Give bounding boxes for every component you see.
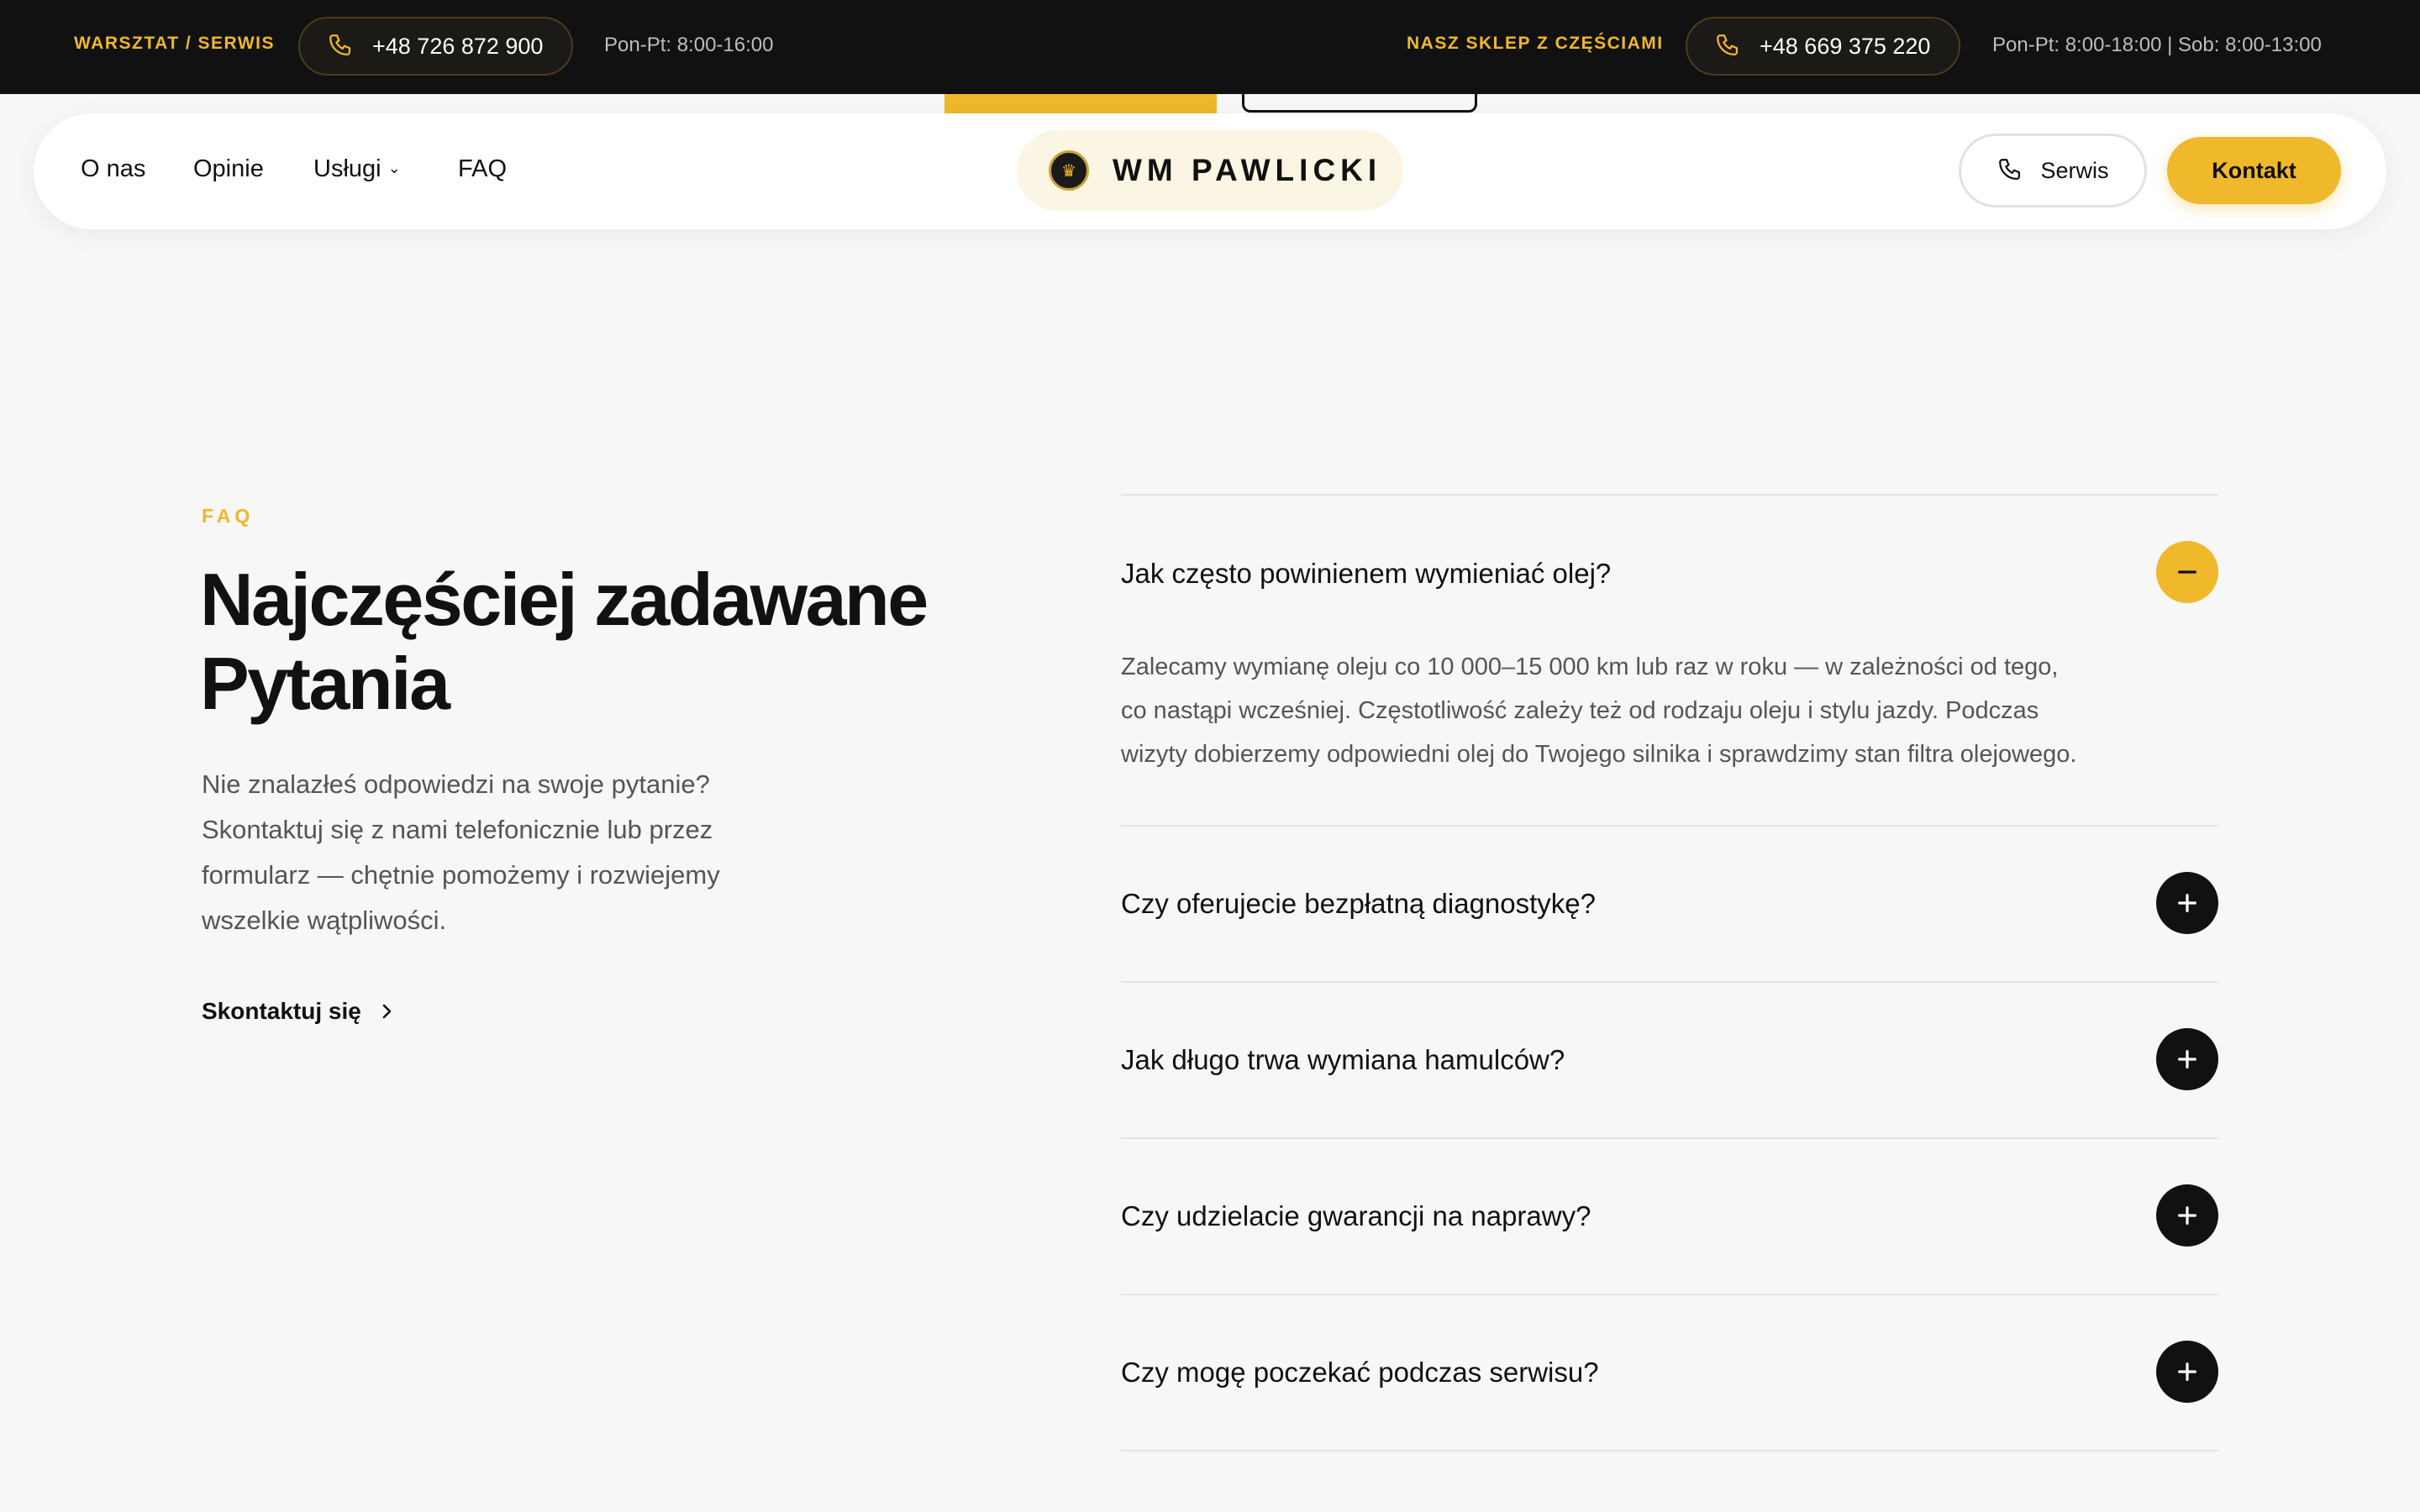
expand-button[interactable] <box>2156 1341 2218 1403</box>
expand-button[interactable] <box>2156 1028 2218 1090</box>
section-eyebrow: FAQ <box>202 505 255 527</box>
expand-button[interactable] <box>2156 872 2218 934</box>
section-lead: Nie znalazłeś odpowiedzi na swoje pytani… <box>202 769 720 935</box>
faq-question: Jak często powinienem wymieniać olej? <box>1121 558 1612 589</box>
hero-outline-button-peek <box>1242 87 1477 113</box>
serwis-button-label: Serwis <box>2040 157 2109 183</box>
nav-link-o-nas[interactable]: O nas <box>81 155 145 183</box>
shop-hours: Pon-Pt: 8:00-18:00 | Sob: 8:00-13:00 <box>1992 34 2322 56</box>
chevron-right-icon <box>382 1004 392 1019</box>
collapse-button[interactable] <box>2156 541 2218 603</box>
plus-icon <box>2178 1362 2196 1381</box>
faq-question: Czy mogę poczekać podczas serwisu? <box>1121 1357 1599 1388</box>
faq-item: Czy oferujecie bezpłatną diagnostykę? <box>1121 827 2218 981</box>
faq-question: Jak długo trwa wymiana hamulców? <box>1121 1044 1565 1075</box>
minus-icon <box>2178 570 2196 574</box>
chevron-down-icon: ⌄ <box>387 160 401 176</box>
logo-text: WM PAWLICKI <box>1113 153 1382 187</box>
faq-item-header[interactable]: Jak często powinienem wymieniać olej? <box>1121 496 2218 652</box>
shop-label: NASZ SKLEP Z CZĘŚCIAMI <box>1407 34 1664 53</box>
section-title: Najczęściej zadawane Pytania <box>200 558 929 725</box>
faq-item: Czy udzielacie gwarancji na naprawy? <box>1121 1139 2218 1294</box>
faq-accordion: Jak często powinienem wymieniać olej? Za… <box>1121 494 2218 1452</box>
main-navigation: O nas Opinie Usługi ⌄ FAQ ♛ WM PAWLICKI S… <box>34 113 2386 229</box>
faq-item: Jak długo trwa wymiana hamulców? <box>1121 983 2218 1137</box>
kontakt-button[interactable]: Kontakt <box>2167 137 2341 204</box>
shop-phone-button[interactable]: +48 669 375 220 <box>1686 17 1961 76</box>
faq-item-header[interactable]: Czy oferujecie bezpłatną diagnostykę? <box>1121 827 2218 981</box>
nav-link-uslugi[interactable]: Usługi ⌄ <box>313 155 401 183</box>
workshop-phone-number: +48 726 872 900 <box>372 33 544 59</box>
serwis-button[interactable]: Serwis <box>1959 134 2147 207</box>
faq-item: Czy mogę poczekać podczas serwisu? <box>1121 1295 2218 1450</box>
contact-link[interactable]: Skontaktuj się <box>202 998 397 1025</box>
faq-item: Jak często powinienem wymieniać olej? Za… <box>1121 496 2218 825</box>
shop-phone-number: +48 669 375 220 <box>1760 33 1931 59</box>
workshop-phone-button[interactable]: +48 726 872 900 <box>298 17 574 76</box>
faq-question: Czy oferujecie bezpłatną diagnostykę? <box>1121 888 1597 919</box>
faq-item-header[interactable]: Czy udzielacie gwarancji na naprawy? <box>1121 1139 2218 1294</box>
faq-item-header[interactable]: Czy mogę poczekać podczas serwisu? <box>1121 1295 2218 1450</box>
contact-link-label: Skontaktuj się <box>202 998 361 1024</box>
plus-icon <box>2178 1206 2196 1225</box>
logo-home-link[interactable]: ♛ WM PAWLICKI <box>1017 130 1403 211</box>
nav-link-opinie[interactable]: Opinie <box>193 155 264 183</box>
phone-icon <box>1717 34 1739 56</box>
faq-question: Czy udzielacie gwarancji na naprawy? <box>1121 1200 1591 1231</box>
phone-icon <box>1999 159 2021 181</box>
crown-icon: ♛ <box>1049 150 1089 191</box>
workshop-label: WARSZTAT / SERWIS <box>74 34 275 53</box>
nav-link-uslugi-label: Usługi <box>313 155 381 182</box>
expand-button[interactable] <box>2156 1184 2218 1247</box>
faq-answer: Zalecamy wymianę oleju co 10 000–15 000 … <box>1121 654 2077 768</box>
nav-link-faq[interactable]: FAQ <box>458 155 507 183</box>
workshop-hours: Pon-Pt: 8:00-16:00 <box>604 34 774 56</box>
faq-item-header[interactable]: Jak długo trwa wymiana hamulców? <box>1121 983 2218 1137</box>
plus-icon <box>2178 1050 2196 1068</box>
divider <box>1121 1450 2218 1452</box>
top-contact-bar: WARSZTAT / SERWIS +48 726 872 900 Pon-Pt… <box>0 0 2420 94</box>
phone-icon <box>329 34 351 56</box>
plus-icon <box>2178 894 2196 912</box>
